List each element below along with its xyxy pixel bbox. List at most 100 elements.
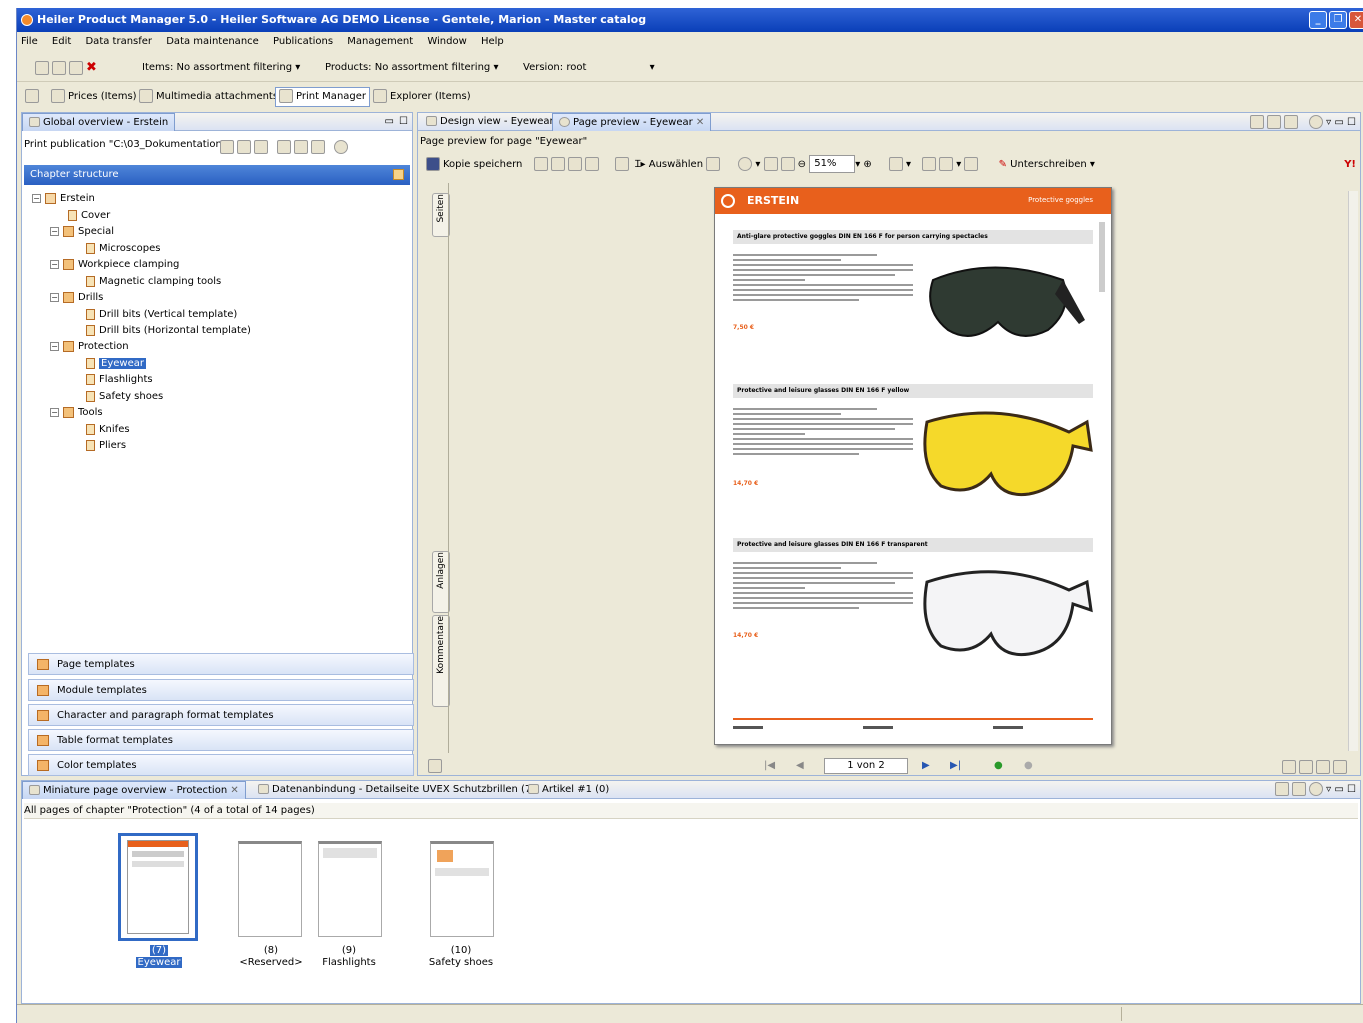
tree-node-flashlights[interactable]: Flashlights: [86, 372, 153, 387]
close-button[interactable]: ✕: [1349, 11, 1363, 29]
version-dropdown[interactable]: Version: root ▾: [523, 54, 655, 82]
menu-publications[interactable]: Publications: [273, 36, 333, 47]
lock-icon[interactable]: [1250, 115, 1265, 129]
tree-node-special[interactable]: − Special: [50, 224, 114, 239]
minimize-view-icon[interactable]: ▭: [385, 113, 394, 131]
copy-icon[interactable]: [69, 61, 83, 75]
zoom-in-icon[interactable]: [738, 157, 753, 171]
thumbnail-icon[interactable]: [428, 759, 442, 773]
zoom-input[interactable]: 51%: [809, 155, 856, 173]
single-page-icon[interactable]: [1282, 760, 1296, 774]
prices-perspective[interactable]: Prices (Items): [51, 86, 137, 108]
select-tool-button[interactable]: Ɪ▸ Auswählen: [635, 159, 703, 170]
go-forward-icon[interactable]: ●: [994, 757, 1003, 775]
maximize-view-icon[interactable]: ☐: [1347, 784, 1356, 795]
explorer-perspective[interactable]: Explorer (Items): [373, 86, 471, 108]
tab-article[interactable]: Artikel #1 (0): [528, 781, 609, 799]
tools-icon[interactable]: [922, 157, 937, 171]
page-layout-icon[interactable]: [888, 157, 903, 171]
email-icon[interactable]: [550, 157, 565, 171]
menu-data-transfer[interactable]: Data transfer: [85, 36, 152, 47]
page-icon[interactable]: [1292, 782, 1307, 796]
minimize-button[interactable]: _: [1309, 11, 1327, 29]
thumbnail-page-10[interactable]: [430, 841, 494, 937]
items-filter-dropdown[interactable]: Items: No assortment filtering ▾: [142, 54, 300, 82]
help-icon[interactable]: [1309, 115, 1324, 129]
minimize-view-icon[interactable]: ▭: [1334, 784, 1343, 795]
new-page-icon[interactable]: [220, 140, 234, 154]
menu-data-maintenance[interactable]: Data maintenance: [166, 36, 259, 47]
tab-global-overview[interactable]: Global overview - Erstein: [22, 113, 176, 131]
menu-window[interactable]: Window: [427, 36, 466, 47]
new-icon[interactable]: [35, 61, 49, 75]
collapse-toggle-icon[interactable]: −: [50, 226, 59, 236]
preview-scrollbar[interactable]: [1348, 191, 1358, 751]
preview-icon[interactable]: [311, 140, 325, 154]
menu-edit[interactable]: Edit: [52, 36, 71, 47]
title-bar[interactable]: Heiler Product Manager 5.0 - Heiler Soft…: [17, 8, 1363, 32]
last-page-icon[interactable]: ▶|: [950, 757, 961, 775]
tree-node-drills[interactable]: − Drills: [50, 290, 103, 305]
calendar-icon[interactable]: [25, 89, 39, 103]
tree-node-tools[interactable]: − Tools: [50, 405, 103, 420]
edit-icon[interactable]: [1267, 115, 1282, 129]
lock-icon[interactable]: [1275, 782, 1290, 796]
accordion-color-templates[interactable]: Color templates: [28, 754, 414, 776]
snapshot-icon[interactable]: [706, 157, 721, 171]
tree-node-erstein[interactable]: − Erstein: [32, 191, 95, 206]
tree-node-protection[interactable]: − Protection: [50, 339, 129, 354]
tree-node-cover[interactable]: Cover: [68, 208, 110, 223]
accordion-format-templates[interactable]: Character and paragraph format templates: [28, 704, 414, 726]
collapse-toggle-icon[interactable]: −: [50, 341, 59, 351]
help-icon[interactable]: [1309, 782, 1324, 796]
tab-design-view[interactable]: Design view - Eyewear: [422, 113, 558, 131]
previous-page-icon[interactable]: ◀: [796, 757, 804, 775]
accordion-page-templates[interactable]: Page templates: [28, 653, 414, 675]
open-folder-icon[interactable]: [237, 140, 251, 154]
thumbnail-page-8[interactable]: [238, 841, 302, 937]
first-page-icon[interactable]: |◀: [764, 757, 775, 775]
accordion-module-templates[interactable]: Module templates: [28, 679, 414, 701]
undo-icon[interactable]: [939, 157, 954, 171]
continuous-facing-icon[interactable]: [1333, 760, 1347, 774]
collapse-toggle-icon[interactable]: −: [32, 193, 41, 203]
maximize-button[interactable]: ❐: [1329, 11, 1347, 29]
close-tab-icon[interactable]: ✕: [230, 785, 238, 796]
tree-node-drill-bits-vertical[interactable]: Drill bits (Vertical template): [86, 307, 237, 322]
tree-node-drill-bits-horizontal[interactable]: Drill bits (Horizontal template): [86, 323, 251, 338]
adobe-icon[interactable]: Y!: [1344, 153, 1356, 177]
tree-node-magnetic-clamping[interactable]: Magnetic clamping tools: [86, 274, 221, 289]
tree-node-pliers[interactable]: Pliers: [86, 438, 126, 453]
maximize-view-icon[interactable]: ☐: [399, 113, 408, 131]
continuous-icon[interactable]: [1299, 760, 1313, 774]
tree-node-eyewear[interactable]: Eyewear: [86, 356, 146, 371]
tree-node-knifes[interactable]: Knifes: [86, 422, 130, 437]
collapse-icon[interactable]: [393, 169, 404, 180]
multimedia-perspective[interactable]: Multimedia attachments: [139, 86, 278, 108]
next-page-icon[interactable]: ▶: [922, 757, 930, 775]
tab-page-preview[interactable]: Page preview - Eyewear ✕: [552, 113, 712, 131]
help-icon[interactable]: [334, 140, 348, 154]
collapse-toggle-icon[interactable]: −: [50, 407, 59, 417]
view-menu-icon[interactable]: ▿: [1326, 117, 1331, 128]
open-icon[interactable]: [52, 61, 66, 75]
zoom-plus-icon[interactable]: ⊕: [863, 159, 871, 170]
save-icon[interactable]: [254, 140, 268, 154]
zoom-icon[interactable]: [294, 140, 308, 154]
go-back-icon[interactable]: ●: [1024, 757, 1033, 775]
print-icon[interactable]: [533, 157, 548, 171]
tree-node-safety-shoes[interactable]: Safety shoes: [86, 389, 163, 404]
collapse-toggle-icon[interactable]: −: [50, 292, 59, 302]
zoom-out-icon[interactable]: ⊖: [798, 159, 806, 170]
accordion-table-templates[interactable]: Table format templates: [28, 729, 414, 751]
attach-icon[interactable]: [964, 157, 979, 171]
tree-node-workpiece-clamping[interactable]: − Workpiece clamping: [50, 257, 179, 272]
sign-icon[interactable]: [1284, 115, 1299, 129]
hand-icon[interactable]: [614, 157, 629, 171]
menu-help[interactable]: Help: [481, 36, 504, 47]
products-filter-dropdown[interactable]: Products: No assortment filtering ▾: [325, 54, 498, 82]
delete-icon[interactable]: ✖: [86, 60, 97, 75]
thumbnail-page-7[interactable]: [118, 833, 198, 941]
minimize-view-icon[interactable]: ▭: [1334, 117, 1343, 128]
tree-node-microscopes[interactable]: Microscopes: [86, 241, 160, 256]
